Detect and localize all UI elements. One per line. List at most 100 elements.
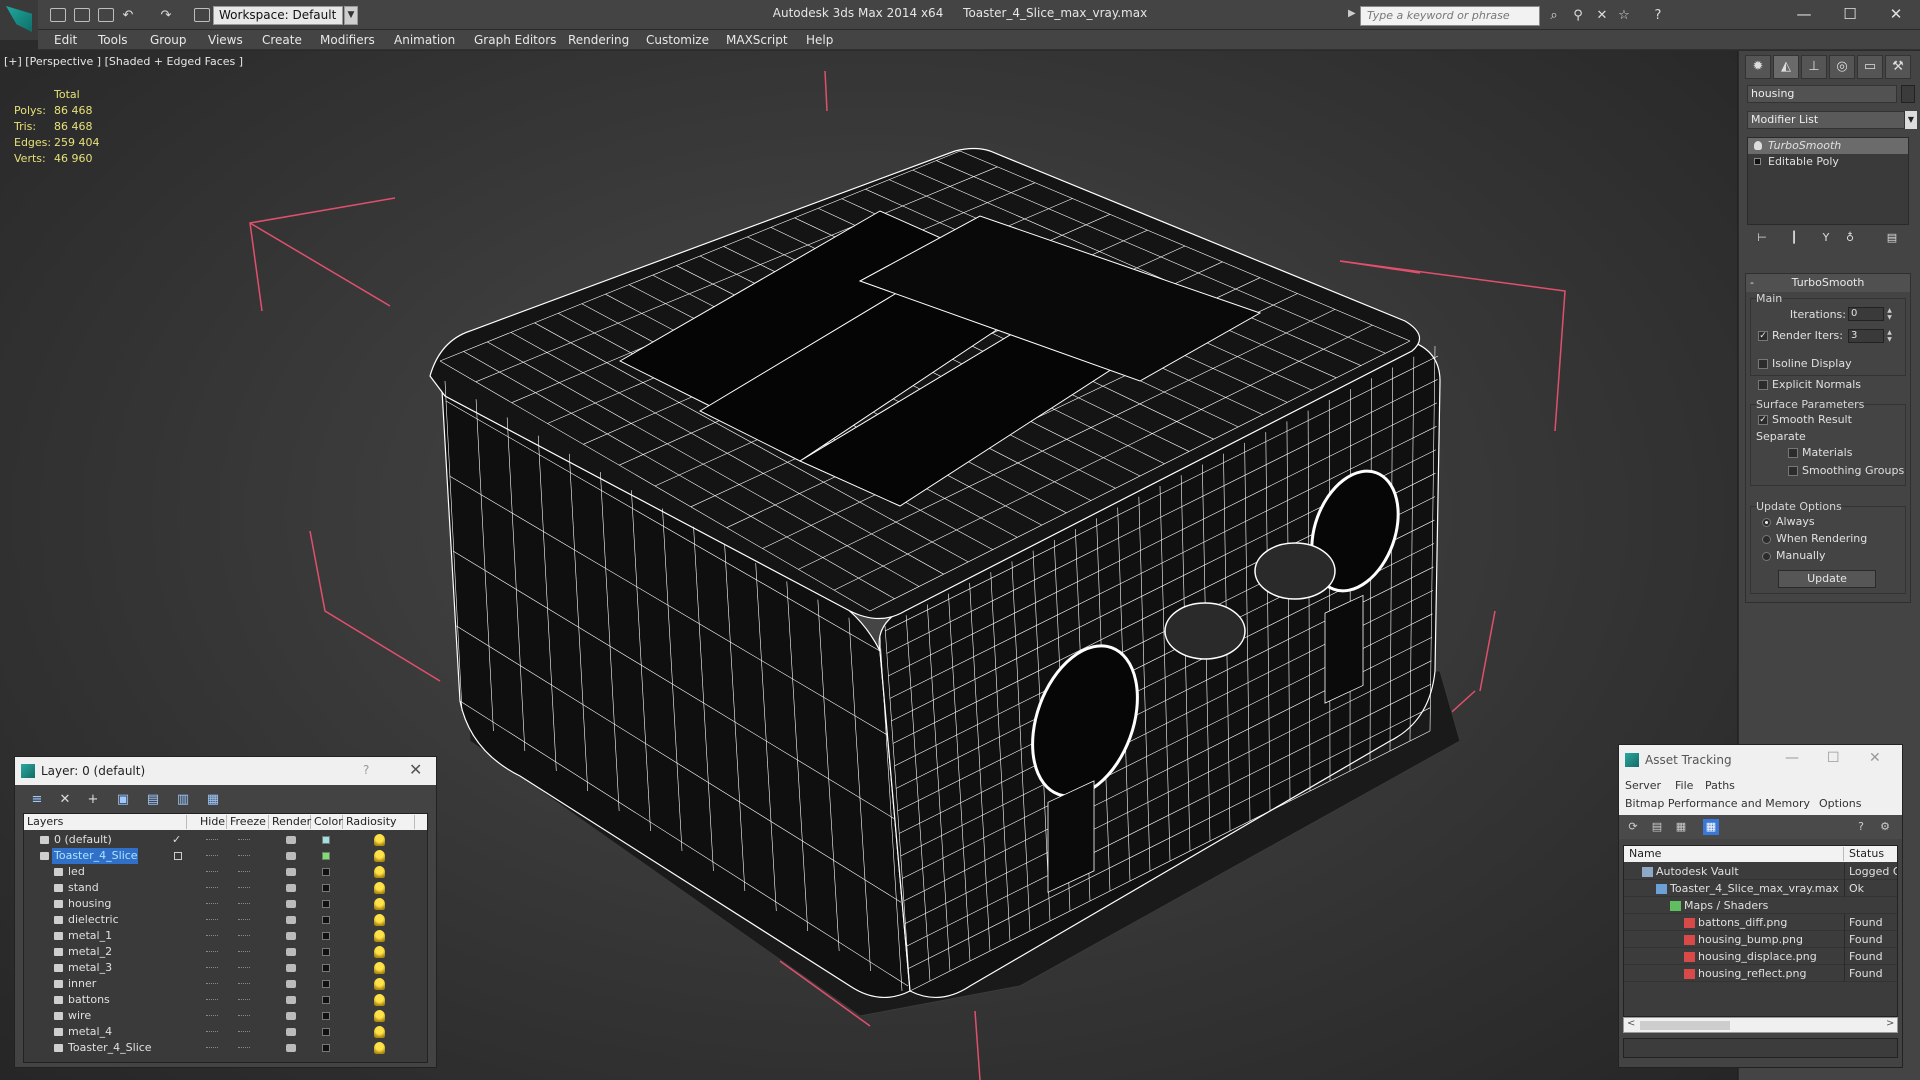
layer-color-swatch[interactable] bbox=[322, 964, 330, 972]
hide-toggle[interactable] bbox=[206, 1015, 218, 1017]
col-name[interactable]: Name bbox=[1624, 847, 1844, 861]
radiosity-bulb-icon[interactable] bbox=[374, 930, 385, 942]
scroll-thumb[interactable] bbox=[1640, 1021, 1730, 1030]
menu-animation[interactable]: Animation bbox=[394, 33, 455, 47]
highlight-selected-layer-icon[interactable]: ▤ bbox=[143, 791, 163, 809]
modify-tab-icon[interactable]: ◭ bbox=[1773, 55, 1799, 79]
radiosity-bulb-icon[interactable] bbox=[374, 850, 385, 862]
asset-menu-paths[interactable]: Paths bbox=[1705, 779, 1735, 792]
hierarchy-tab-icon[interactable]: ⊥ bbox=[1801, 55, 1827, 79]
motion-tab-icon[interactable]: ◎ bbox=[1829, 55, 1855, 79]
asset-maximize-button[interactable]: ☐ bbox=[1827, 750, 1840, 766]
menu-edit[interactable]: Edit bbox=[54, 33, 77, 47]
render-teapot-icon[interactable] bbox=[286, 964, 296, 972]
object-color-swatch[interactable] bbox=[1901, 85, 1915, 103]
asset-name[interactable]: housing_reflect.png bbox=[1698, 965, 1806, 982]
freeze-toggle[interactable] bbox=[238, 839, 250, 841]
render-iters-spinner-arrows[interactable]: ▲ ▼ bbox=[1885, 329, 1894, 343]
scroll-right-icon[interactable]: > bbox=[1886, 1018, 1894, 1029]
layer-name[interactable]: metal_3 bbox=[66, 960, 112, 976]
layer-name[interactable]: metal_4 bbox=[66, 1024, 112, 1040]
asset-horizontal-scrollbar[interactable]: < > bbox=[1623, 1017, 1898, 1033]
asset-close-button[interactable]: ✕ bbox=[1869, 750, 1881, 766]
freeze-toggle[interactable] bbox=[238, 999, 250, 1001]
radiosity-bulb-icon[interactable] bbox=[374, 1026, 385, 1038]
layer-dialog-close-button[interactable]: ✕ bbox=[409, 760, 422, 779]
layer-color-swatch[interactable] bbox=[322, 836, 330, 844]
render-teapot-icon[interactable] bbox=[286, 900, 296, 908]
configure-modifier-sets-icon[interactable]: ▤ bbox=[1883, 230, 1901, 246]
isoline-display-checkbox[interactable] bbox=[1758, 359, 1768, 369]
hide-toggle[interactable] bbox=[206, 871, 218, 873]
asset-name[interactable]: Maps / Shaders bbox=[1684, 897, 1768, 914]
layer-row[interactable]: 0 (default) ✓ bbox=[24, 832, 427, 848]
layer-color-swatch[interactable] bbox=[322, 900, 330, 908]
update-always-radio[interactable] bbox=[1762, 518, 1771, 527]
search-input[interactable]: Type a keyword or phrase bbox=[1360, 6, 1540, 26]
layer-name[interactable]: 0 (default) bbox=[52, 832, 112, 848]
render-teapot-icon[interactable] bbox=[286, 852, 296, 860]
freeze-toggle[interactable] bbox=[238, 967, 250, 969]
asset-name[interactable]: battons_diff.png bbox=[1698, 914, 1787, 931]
freeze-toggle[interactable] bbox=[238, 1047, 250, 1049]
freeze-toggle[interactable] bbox=[238, 951, 250, 953]
radiosity-bulb-icon[interactable] bbox=[374, 914, 385, 926]
stack-item-editable-poly[interactable]: Editable Poly bbox=[1748, 154, 1908, 170]
freeze-toggle[interactable] bbox=[238, 855, 250, 857]
menu-group[interactable]: Group bbox=[150, 33, 187, 47]
freeze-unfreeze-all-icon[interactable]: ▦ bbox=[203, 791, 223, 809]
layer-name[interactable]: Toaster_4_Slice bbox=[66, 1040, 152, 1056]
layer-dialog-help-button[interactable]: ? bbox=[363, 763, 369, 777]
freeze-toggle[interactable] bbox=[238, 935, 250, 937]
layer-color-swatch[interactable] bbox=[322, 996, 330, 1004]
create-tab-icon[interactable]: ✹ bbox=[1745, 55, 1771, 79]
hide-toggle[interactable] bbox=[206, 999, 218, 1001]
asset-menu-bitmap-performance[interactable]: Bitmap Performance and Memory bbox=[1625, 797, 1810, 810]
asset-row[interactable]: Autodesk Vault Logged Out bbox=[1624, 863, 1897, 880]
freeze-toggle[interactable] bbox=[238, 871, 250, 873]
col-render[interactable]: Render bbox=[269, 815, 311, 829]
help-icon[interactable]: ? bbox=[1650, 8, 1666, 24]
menu-rendering[interactable]: Rendering bbox=[568, 33, 629, 47]
layer-row[interactable]: wire bbox=[24, 1008, 427, 1024]
render-teapot-icon[interactable] bbox=[286, 836, 296, 844]
show-end-result-icon[interactable]: ┃ bbox=[1785, 230, 1803, 246]
render-teapot-icon[interactable] bbox=[286, 884, 296, 892]
render-iters-checkbox[interactable]: ✓ bbox=[1758, 331, 1768, 341]
utilities-tab-icon[interactable]: ⚒ bbox=[1885, 55, 1911, 79]
freeze-toggle[interactable] bbox=[238, 1015, 250, 1017]
menu-maxscript[interactable]: MAXScript bbox=[726, 33, 788, 47]
col-freeze[interactable]: Freeze bbox=[227, 815, 269, 829]
delete-layer-icon[interactable]: ✕ bbox=[55, 791, 75, 809]
col-layers[interactable]: Layers bbox=[24, 815, 187, 829]
render-teapot-icon[interactable] bbox=[286, 932, 296, 940]
layer-name[interactable]: stand bbox=[66, 880, 99, 896]
minimize-button[interactable]: — bbox=[1786, 3, 1822, 25]
menu-tools[interactable]: Tools bbox=[98, 33, 128, 47]
add-to-layer-icon[interactable]: + bbox=[83, 791, 103, 809]
render-teapot-icon[interactable] bbox=[286, 1012, 296, 1020]
asset-row[interactable]: housing_displace.png Found bbox=[1624, 948, 1897, 965]
asset-row[interactable]: Maps / Shaders bbox=[1624, 897, 1897, 914]
refresh-icon[interactable]: ⟳ bbox=[1625, 819, 1641, 835]
hide-toggle[interactable] bbox=[206, 1047, 218, 1049]
layer-row[interactable]: dielectric bbox=[24, 912, 427, 928]
layer-row[interactable]: battons bbox=[24, 992, 427, 1008]
radiosity-bulb-icon[interactable] bbox=[374, 898, 385, 910]
materials-checkbox[interactable] bbox=[1788, 448, 1798, 458]
hide-toggle[interactable] bbox=[206, 935, 218, 937]
render-teapot-icon[interactable] bbox=[286, 1044, 296, 1052]
smooth-result-checkbox[interactable]: ✓ bbox=[1758, 415, 1768, 425]
layer-color-swatch[interactable] bbox=[322, 884, 330, 892]
hide-toggle[interactable] bbox=[206, 887, 218, 889]
viewport-label[interactable]: [+] [Perspective ] [Shaded + Edged Faces… bbox=[4, 55, 243, 68]
asset-row[interactable]: Toaster_4_Slice_max_vray.max Ok bbox=[1624, 880, 1897, 897]
menu-modifiers[interactable]: Modifiers bbox=[320, 33, 375, 47]
layer-color-swatch[interactable] bbox=[322, 932, 330, 940]
asset-row[interactable]: housing_reflect.png Found bbox=[1624, 965, 1897, 982]
communication-icon[interactable]: ✕ bbox=[1594, 8, 1610, 24]
display-tab-icon[interactable]: ▭ bbox=[1857, 55, 1883, 79]
search-expand-icon[interactable]: ▶ bbox=[1348, 8, 1356, 19]
scroll-left-icon[interactable]: < bbox=[1627, 1018, 1635, 1029]
freeze-toggle[interactable] bbox=[238, 1031, 250, 1033]
